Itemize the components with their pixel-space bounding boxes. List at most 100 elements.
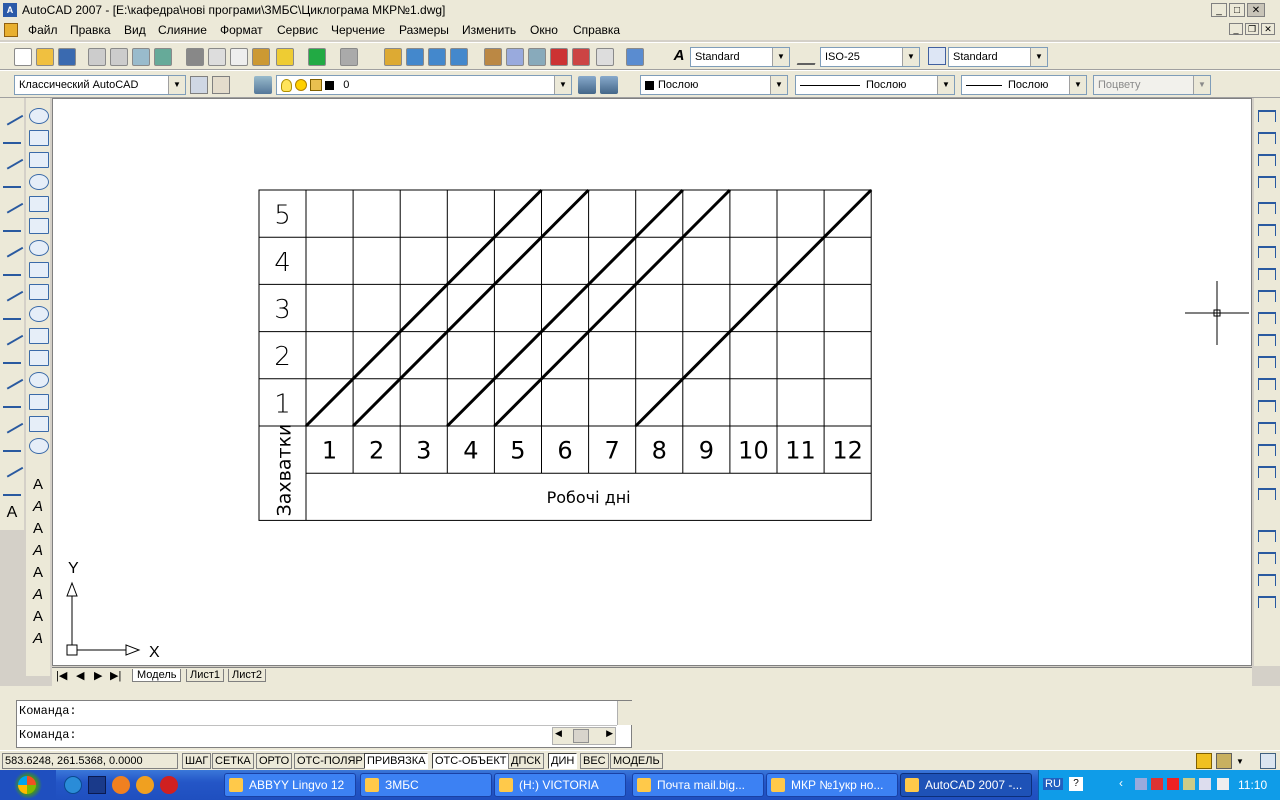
dim-style-icon[interactable]	[796, 47, 822, 65]
chevron-down-icon[interactable]: ▼	[168, 76, 185, 94]
pan-icon[interactable]	[384, 48, 402, 66]
arc-icon[interactable]	[3, 218, 21, 232]
status-toggle-9[interactable]: ВЕС	[580, 753, 609, 769]
maximize-button[interactable]: □	[1229, 3, 1245, 17]
linear-dim-icon[interactable]	[1258, 110, 1276, 122]
region-icon[interactable]	[0, 456, 24, 478]
tray-app-icon[interactable]	[1135, 778, 1147, 790]
dim-edit-icon[interactable]	[1258, 422, 1276, 434]
polygon-icon[interactable]	[3, 174, 21, 188]
minimize-button[interactable]: _	[1211, 3, 1227, 17]
scroll-left-icon[interactable]: ◀	[555, 728, 562, 739]
workspace-select[interactable]: Классический AutoCAD ▼	[14, 75, 186, 95]
plot-icon[interactable]	[88, 48, 106, 66]
copy-icon[interactable]	[208, 48, 226, 66]
insert-block-icon[interactable]	[3, 350, 21, 364]
taskbar-item[interactable]: ЗМБС	[360, 773, 492, 797]
status-toggle-6[interactable]: ОТС-ОБЪЕКТ	[432, 753, 510, 769]
close-button[interactable]: ✕	[1247, 3, 1265, 17]
dim-update-icon[interactable]	[1258, 466, 1276, 478]
justify-text-icon[interactable]: A	[29, 608, 47, 626]
dim-style-select[interactable]: ISO-25 ▼	[820, 47, 920, 67]
tab-next-icon[interactable]: ▶	[94, 669, 102, 682]
text-icon[interactable]: A	[29, 476, 47, 494]
document-icon[interactable]	[4, 23, 18, 37]
convert-space-icon[interactable]: A	[29, 630, 47, 648]
gradient-icon[interactable]	[3, 438, 21, 452]
erase-icon[interactable]	[29, 108, 49, 124]
polyline-icon[interactable]	[0, 148, 24, 170]
3d-dwf-icon[interactable]	[154, 48, 172, 66]
angular-dim-icon[interactable]	[1258, 268, 1276, 280]
hatch-icon[interactable]	[0, 412, 24, 434]
taskbar-clock[interactable]: 11:10	[1238, 778, 1267, 792]
zoom-previous-icon[interactable]	[450, 48, 468, 66]
dim-style-icon[interactable]	[1258, 488, 1276, 500]
draw-order-above-icon[interactable]	[1258, 574, 1276, 586]
chevron-down-icon[interactable]: ▼	[1069, 76, 1086, 94]
zoom-window-icon[interactable]	[428, 48, 446, 66]
taskbar-item[interactable]: AutoCAD 2007 -...	[900, 773, 1032, 797]
multiline-text-icon[interactable]: A	[3, 504, 21, 522]
status-menu-chevron-down-icon[interactable]: ▼	[1236, 757, 1244, 766]
extend-icon[interactable]	[29, 328, 49, 344]
draw-order-under-icon[interactable]	[1258, 596, 1276, 608]
circle-icon[interactable]	[0, 236, 24, 258]
revision-cloud-icon[interactable]	[3, 262, 21, 276]
tab-sheet2[interactable]: Лист2	[228, 669, 267, 682]
quick-dim-icon[interactable]	[1258, 290, 1276, 302]
tray-network-icon[interactable]	[1183, 778, 1195, 790]
continue-dim-icon[interactable]	[1258, 334, 1276, 346]
menu-draw[interactable]: Черчение	[331, 23, 385, 37]
language-indicator[interactable]: RU	[1043, 778, 1063, 790]
fillet-icon[interactable]	[29, 416, 49, 432]
taskbar-item[interactable]: ABBYY Lingvo 12	[224, 773, 356, 797]
offset-icon[interactable]	[29, 174, 49, 190]
tolerance-icon[interactable]	[1258, 378, 1276, 390]
text-style-manager-icon[interactable]: A	[29, 498, 47, 516]
taskbar-item[interactable]: Почта mail.big...	[632, 773, 764, 797]
join-icon[interactable]	[29, 372, 49, 388]
taskbar-item[interactable]: МКР №1укр но...	[766, 773, 898, 797]
layer-previous-icon[interactable]	[600, 76, 618, 94]
rectangle-icon[interactable]	[0, 192, 24, 214]
radius-dim-icon[interactable]	[1258, 202, 1276, 214]
ellipse-icon[interactable]	[3, 306, 21, 320]
break-icon[interactable]	[29, 350, 49, 366]
command-window[interactable]: Команда: Команда: ◀ ▶	[16, 700, 632, 748]
menu-file[interactable]: Файл	[28, 23, 58, 37]
match-properties-icon[interactable]	[252, 48, 270, 66]
chevron-down-icon[interactable]: ▼	[937, 76, 954, 94]
chevron-down-icon[interactable]: ▼	[770, 76, 787, 94]
text-style-small-icon[interactable]: A	[29, 564, 47, 582]
status-toggle-8[interactable]: ДИН	[548, 753, 578, 769]
app-launcher-icon[interactable]	[112, 776, 130, 794]
sheet-set-icon[interactable]	[550, 48, 568, 66]
draw-order-back-icon[interactable]	[1258, 552, 1276, 564]
mirror-icon[interactable]	[29, 152, 49, 168]
find-icon[interactable]: A	[29, 542, 47, 560]
array-icon[interactable]	[29, 196, 49, 212]
edit-text-icon[interactable]: A	[29, 520, 47, 538]
menu-service[interactable]: Сервис	[277, 23, 318, 37]
tab-last-icon[interactable]: ▶|	[110, 669, 121, 682]
tray-expand-icon[interactable]: ‹	[1119, 776, 1123, 790]
chevron-down-icon[interactable]: ▼	[1030, 48, 1047, 66]
new-file-icon[interactable]	[14, 48, 32, 66]
drawing-canvas[interactable]: 5 4 3 2 1 1 2 3 4 5 6 7 8 9 10 11 12 Захватки Робочі дні Y…	[52, 98, 1252, 666]
communication-center-icon[interactable]	[1196, 753, 1212, 769]
stretch-icon[interactable]	[29, 284, 49, 300]
tab-first-icon[interactable]: |◀	[56, 669, 67, 682]
save-icon[interactable]	[58, 48, 76, 66]
chevron-down-icon[interactable]: ▼	[902, 48, 919, 66]
lineweight-select[interactable]: Послою ▼	[961, 75, 1087, 95]
scroll-right-icon[interactable]: ▶	[606, 728, 613, 739]
point-icon[interactable]	[3, 394, 21, 408]
baseline-dim-icon[interactable]	[1258, 312, 1276, 324]
opera-icon[interactable]	[160, 776, 178, 794]
tab-sheet1[interactable]: Лист1	[186, 669, 225, 682]
doc-minimize-button[interactable]: _	[1229, 23, 1243, 35]
zoom-realtime-icon[interactable]	[406, 48, 424, 66]
word-icon[interactable]	[88, 776, 106, 794]
publish-icon[interactable]	[132, 48, 150, 66]
